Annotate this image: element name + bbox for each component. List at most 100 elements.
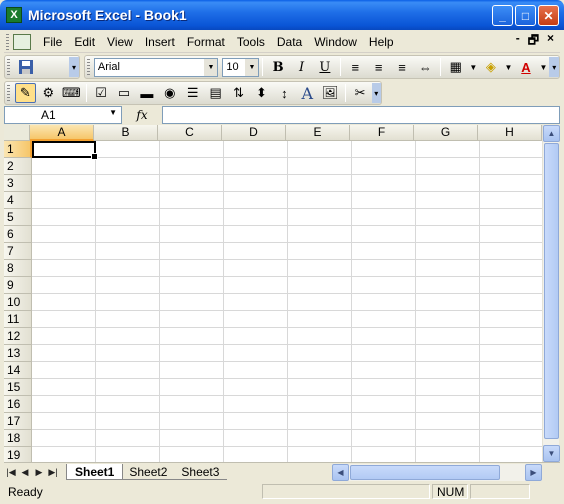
cell[interactable] — [32, 430, 96, 447]
row-header[interactable]: 6 — [4, 226, 32, 243]
insert-function-icon[interactable]: fx — [122, 108, 162, 122]
cell[interactable] — [160, 345, 224, 362]
cell[interactable] — [96, 345, 160, 362]
cell[interactable] — [96, 396, 160, 413]
cell[interactable] — [480, 277, 542, 294]
font-name-select[interactable]: Arial ▼ — [93, 57, 219, 77]
cell[interactable] — [96, 243, 160, 260]
cell[interactable] — [480, 413, 542, 430]
cell[interactable] — [416, 328, 480, 345]
cell[interactable] — [480, 141, 542, 158]
vertical-scrollbar[interactable]: ▲ ▼ — [542, 125, 560, 462]
cell[interactable] — [224, 379, 288, 396]
menu-tools[interactable]: Tools — [231, 35, 271, 49]
column-header[interactable]: E — [286, 125, 350, 141]
row-header[interactable]: 12 — [4, 328, 32, 345]
sheet-tab-sheet3[interactable]: Sheet3 — [173, 464, 228, 480]
row-header[interactable]: 9 — [4, 277, 32, 294]
chevron-down-icon[interactable]: ▼ — [245, 58, 259, 76]
spin-button-icon[interactable]: ⬍ — [251, 83, 272, 103]
cell[interactable] — [32, 277, 96, 294]
cell[interactable] — [416, 226, 480, 243]
cell[interactable] — [32, 413, 96, 430]
cell[interactable] — [288, 311, 352, 328]
cell[interactable] — [416, 175, 480, 192]
row-header[interactable]: 5 — [4, 209, 32, 226]
cell[interactable] — [32, 345, 96, 362]
align-center-icon[interactable]: ≡ — [368, 57, 389, 77]
cell[interactable] — [352, 311, 416, 328]
row-header[interactable]: 17 — [4, 413, 32, 430]
column-header[interactable]: D — [222, 125, 286, 141]
scroll-right-icon[interactable]: ▶ — [525, 463, 542, 481]
cell[interactable] — [160, 175, 224, 192]
cell[interactable] — [480, 345, 542, 362]
cell[interactable] — [352, 141, 416, 158]
cell[interactable] — [32, 379, 96, 396]
cell[interactable] — [224, 260, 288, 277]
row-header[interactable]: 18 — [4, 430, 32, 447]
cell[interactable] — [32, 328, 96, 345]
cell[interactable] — [224, 311, 288, 328]
cell[interactable] — [416, 243, 480, 260]
chevron-down-icon[interactable]: ▼ — [468, 57, 478, 77]
cell[interactable] — [160, 328, 224, 345]
cell[interactable] — [224, 141, 288, 158]
cell[interactable] — [96, 141, 160, 158]
cell[interactable] — [288, 243, 352, 260]
row-header[interactable]: 1 — [4, 141, 32, 158]
scrollbar-control-icon[interactable]: ↕ — [274, 83, 295, 103]
cell[interactable] — [352, 192, 416, 209]
cell[interactable] — [352, 396, 416, 413]
chevron-down-icon[interactable]: ▼ — [539, 57, 549, 77]
cell[interactable] — [480, 430, 542, 447]
cell[interactable] — [224, 345, 288, 362]
cell[interactable] — [224, 430, 288, 447]
cell[interactable] — [352, 158, 416, 175]
cell[interactable] — [352, 243, 416, 260]
cell[interactable] — [96, 158, 160, 175]
cell[interactable] — [288, 277, 352, 294]
chevron-down-icon[interactable]: ▼ — [109, 108, 117, 117]
cell[interactable] — [352, 413, 416, 430]
column-header[interactable]: C — [158, 125, 222, 141]
cell[interactable] — [288, 226, 352, 243]
cell[interactable] — [352, 260, 416, 277]
cell[interactable] — [224, 175, 288, 192]
cell[interactable] — [416, 209, 480, 226]
borders-icon[interactable]: ▦ — [445, 57, 466, 77]
row-header[interactable]: 13 — [4, 345, 32, 362]
option-button-icon[interactable]: ◉ — [159, 83, 180, 103]
column-header[interactable]: B — [94, 125, 158, 141]
cell[interactable] — [480, 192, 542, 209]
menu-file[interactable]: File — [37, 35, 68, 49]
cell[interactable] — [480, 209, 542, 226]
cell[interactable] — [224, 243, 288, 260]
cell[interactable] — [96, 226, 160, 243]
cell[interactable] — [480, 328, 542, 345]
column-header[interactable]: H — [478, 125, 542, 141]
cell[interactable] — [288, 345, 352, 362]
align-right-icon[interactable]: ≡ — [391, 57, 412, 77]
cell[interactable] — [96, 192, 160, 209]
cell[interactable] — [480, 294, 542, 311]
underline-button[interactable]: U — [314, 57, 335, 77]
horizontal-scrollbar[interactable]: ◀ ▶ — [332, 463, 542, 481]
name-box[interactable]: A1 ▼ — [4, 106, 122, 124]
cell[interactable] — [96, 328, 160, 345]
row-header[interactable]: 11 — [4, 311, 32, 328]
cell[interactable] — [96, 175, 160, 192]
cell[interactable] — [160, 294, 224, 311]
close-button[interactable]: ✕ — [538, 5, 559, 26]
cell[interactable] — [288, 447, 352, 462]
row-header[interactable]: 14 — [4, 362, 32, 379]
cell[interactable] — [224, 447, 288, 462]
cell[interactable] — [288, 209, 352, 226]
scroll-down-icon[interactable]: ▼ — [543, 445, 560, 462]
cell[interactable] — [352, 209, 416, 226]
cell[interactable] — [352, 277, 416, 294]
toolbar-grip[interactable] — [7, 85, 10, 101]
cell[interactable] — [480, 175, 542, 192]
cell[interactable] — [416, 294, 480, 311]
cell[interactable] — [96, 277, 160, 294]
